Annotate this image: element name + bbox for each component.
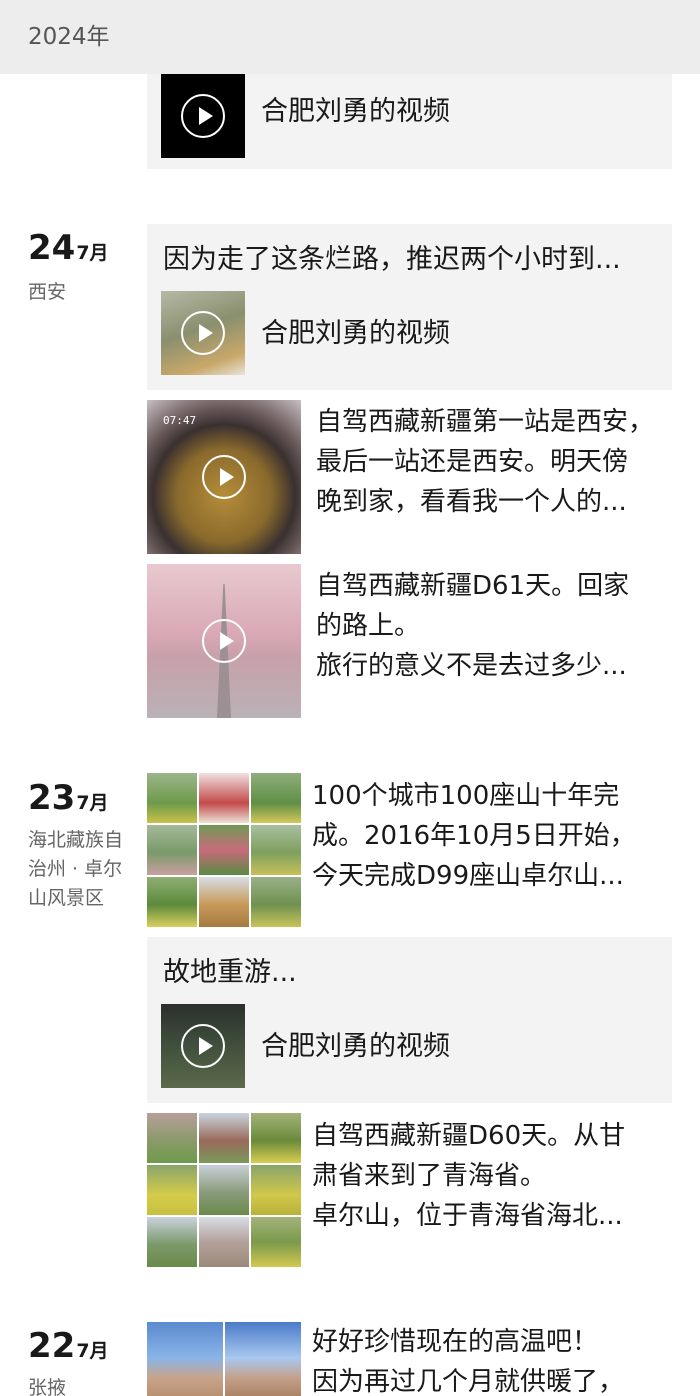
post-thumbnail[interactable] <box>147 564 301 718</box>
photo[interactable] <box>251 1113 301 1163</box>
post-text[interactable]: 好好珍惜现在的高温吧！ 因为再过几个月就供暖了， <box>312 1322 676 1396</box>
play-icon <box>181 1024 225 1068</box>
video-share-card[interactable]: 因为走了这条烂路，推迟两个小时到... 合肥刘勇的视频 <box>147 224 672 390</box>
photo[interactable] <box>147 877 197 927</box>
year-label: 2024年 <box>28 24 110 50</box>
video-label: 合肥刘勇的视频 <box>261 1031 450 1062</box>
date-day: 247月 <box>28 228 109 268</box>
post-text[interactable]: 自驾西藏新疆D61天。回家 的路上。 旅行的意义不是去过多少... <box>316 566 676 686</box>
post-text[interactable]: 自驾西藏新疆D60天。从甘 肃省来到了青海省。 卓尔山，位于青海省海北... <box>312 1116 676 1236</box>
photo-grid[interactable] <box>147 773 301 927</box>
photo[interactable] <box>199 773 249 823</box>
photo[interactable] <box>147 1217 197 1267</box>
photo[interactable] <box>147 773 197 823</box>
photo[interactable] <box>147 1113 197 1163</box>
photo[interactable] <box>147 1322 223 1396</box>
video-share-card[interactable]: 合肥刘勇的视频 <box>147 74 672 169</box>
photo[interactable] <box>199 1165 249 1215</box>
date-day: 237月 <box>28 778 109 818</box>
photo[interactable] <box>199 825 249 875</box>
video-thumbnail[interactable] <box>161 1004 245 1088</box>
post-thumbnail[interactable]: 07:47 <box>147 400 301 554</box>
photo[interactable] <box>251 1165 301 1215</box>
photo[interactable] <box>199 1217 249 1267</box>
photo[interactable] <box>199 877 249 927</box>
video-thumbnail[interactable] <box>161 74 245 158</box>
photo[interactable] <box>147 825 197 875</box>
photo[interactable] <box>199 1113 249 1163</box>
thumbnail-time: 07:47 <box>163 414 197 427</box>
photo[interactable] <box>251 825 301 875</box>
video-share-card[interactable]: 故地重游... 合肥刘勇的视频 <box>147 937 672 1103</box>
share-title: 故地重游... <box>163 957 297 988</box>
location-label[interactable]: 西安 <box>28 278 136 307</box>
photo[interactable] <box>225 1322 301 1396</box>
year-header: 2024年 <box>0 0 700 74</box>
play-icon <box>202 455 246 499</box>
post-text[interactable]: 100个城市100座山十年完 成。2016年10月5日开始， 今天完成D99座山… <box>312 776 676 896</box>
play-icon <box>181 94 225 138</box>
share-title: 因为走了这条烂路，推迟两个小时到... <box>163 244 621 275</box>
location-label[interactable]: 张掖 <box>28 1374 136 1396</box>
photo[interactable] <box>251 1217 301 1267</box>
photo-grid[interactable] <box>147 1322 301 1396</box>
video-label: 合肥刘勇的视频 <box>261 318 450 349</box>
date-day: 227月 <box>28 1326 109 1366</box>
video-thumbnail[interactable] <box>161 291 245 375</box>
photo[interactable] <box>251 773 301 823</box>
location-label[interactable]: 海北藏族自治州 · 卓尔山风景区 <box>28 826 136 913</box>
post-text[interactable]: 自驾西藏新疆第一站是西安， 最后一站还是西安。明天傍 晚到家，看看我一个人的..… <box>316 402 676 522</box>
play-icon <box>202 619 246 663</box>
photo[interactable] <box>251 877 301 927</box>
photo-grid[interactable] <box>147 1113 301 1267</box>
play-icon <box>181 311 225 355</box>
video-label: 合肥刘勇的视频 <box>261 96 450 127</box>
photo[interactable] <box>147 1165 197 1215</box>
